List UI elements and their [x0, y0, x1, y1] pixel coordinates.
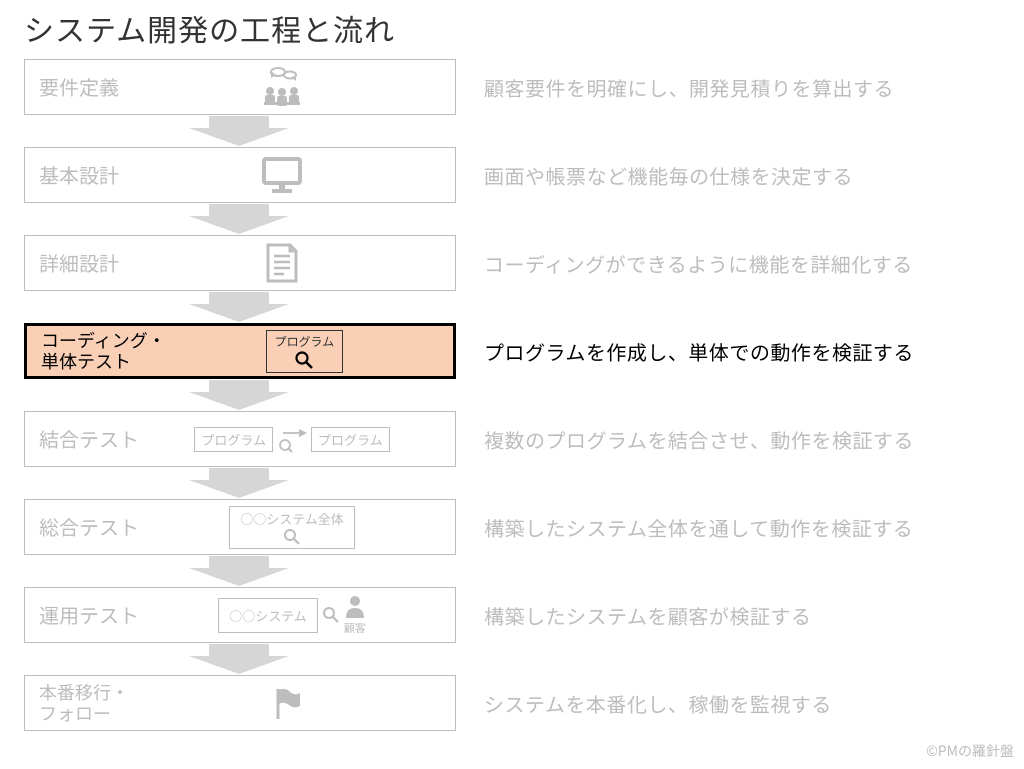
step-card-coding-unit-test: コーディング・ 単体テスト プログラム — [24, 323, 456, 379]
step-label: 運用テスト — [39, 603, 139, 627]
step-row-system-test: 総合テスト ○○システム全体 構築したシステム全体を通して動作を検証する — [24, 498, 1014, 556]
magnifier-icon — [294, 350, 314, 370]
integration-icon: プログラム プログラム — [139, 425, 445, 453]
step-row-integration-test: 結合テスト プログラム プログラム 複数のプログラムを結合させ、動作を検証する — [24, 410, 1014, 468]
flow-arrow-icon — [24, 644, 456, 674]
flow-arrow-icon — [24, 556, 456, 586]
step-label: コーディング・ 単体テスト — [41, 330, 166, 371]
mini-box-label: ○○システム全体 — [240, 509, 344, 528]
step-card-operation-test: 運用テスト ○○システム 顧客 — [24, 587, 456, 643]
step-desc: 構築したシステムを顧客が検証する — [484, 601, 811, 630]
document-icon — [119, 242, 445, 284]
step-row-operation-test: 運用テスト ○○システム 顧客 構築したシステムを顧客が検証する — [24, 586, 1014, 644]
step-label: 詳細設計 — [39, 251, 119, 275]
flow-arrow-icon — [24, 204, 456, 234]
mini-box-label: プログラム — [275, 333, 335, 350]
step-row-coding-unit-test: コーディング・ 単体テスト プログラム プログラムを作成し、単体での動作を検証す… — [24, 322, 1014, 380]
step-row-basic-design: 基本設計 画面や帳票など機能毎の仕様を決定する — [24, 146, 1014, 204]
customer-label: 顧客 — [344, 620, 366, 636]
operation-test-icon: ○○システム 顧客 — [139, 594, 445, 636]
step-label: 要件定義 — [39, 75, 119, 99]
meeting-icon — [119, 66, 445, 108]
program-inspect-icon: プログラム — [166, 330, 443, 373]
step-card-production: 本番移行・ フォロー — [24, 675, 456, 731]
step-card-system-test: 総合テスト ○○システム全体 — [24, 499, 456, 555]
step-desc: 画面や帳票など機能毎の仕様を決定する — [484, 161, 853, 190]
flow-arrow-icon — [24, 468, 456, 498]
page-title: システム開発の工程と流れ — [24, 6, 1014, 50]
mini-box-label: ○○システム — [218, 598, 318, 633]
step-label: 総合テスト — [39, 515, 139, 539]
flow-arrow-icon — [24, 292, 456, 322]
step-row-detail-design: 詳細設計 コーディングができるように機能を詳細化する — [24, 234, 1014, 292]
step-label: 基本設計 — [39, 163, 119, 187]
footer-copyright: ©PMの羅針盤 — [926, 741, 1014, 761]
step-label: 本番移行・ フォロー — [39, 682, 129, 723]
step-card-detail-design: 詳細設計 — [24, 235, 456, 291]
magnifier-icon — [322, 606, 340, 624]
mini-box-b: プログラム — [311, 427, 390, 452]
step-card-integration-test: 結合テスト プログラム プログラム — [24, 411, 456, 467]
step-desc: 顧客要件を明確にし、開発見積りを算出する — [484, 73, 894, 102]
step-row-requirements: 要件定義 顧客要件を明確にし、開発見積りを算出する — [24, 58, 1014, 116]
step-card-requirements: 要件定義 — [24, 59, 456, 115]
step-desc: プログラムを作成し、単体での動作を検証する — [484, 337, 914, 366]
flag-icon — [129, 685, 445, 721]
step-row-production: 本番移行・ フォロー システムを本番化し、稼働を監視する — [24, 674, 1014, 732]
step-desc: システムを本番化し、稼働を監視する — [484, 689, 832, 718]
step-label: 結合テスト — [39, 427, 139, 451]
step-desc: コーディングができるように機能を詳細化する — [484, 249, 913, 278]
magnifier-icon — [283, 528, 301, 546]
customer-icon: 顧客 — [344, 594, 366, 636]
system-inspect-icon: ○○システム全体 — [139, 506, 445, 549]
step-desc: 複数のプログラムを結合させ、動作を検証する — [484, 425, 914, 454]
flow-arrow-icon — [24, 380, 456, 410]
mini-box-a: プログラム — [194, 427, 273, 452]
flow-arrow-icon — [24, 116, 456, 146]
monitor-icon — [119, 156, 445, 194]
step-card-basic-design: 基本設計 — [24, 147, 456, 203]
step-desc: 構築したシステム全体を通して動作を検証する — [484, 513, 913, 542]
